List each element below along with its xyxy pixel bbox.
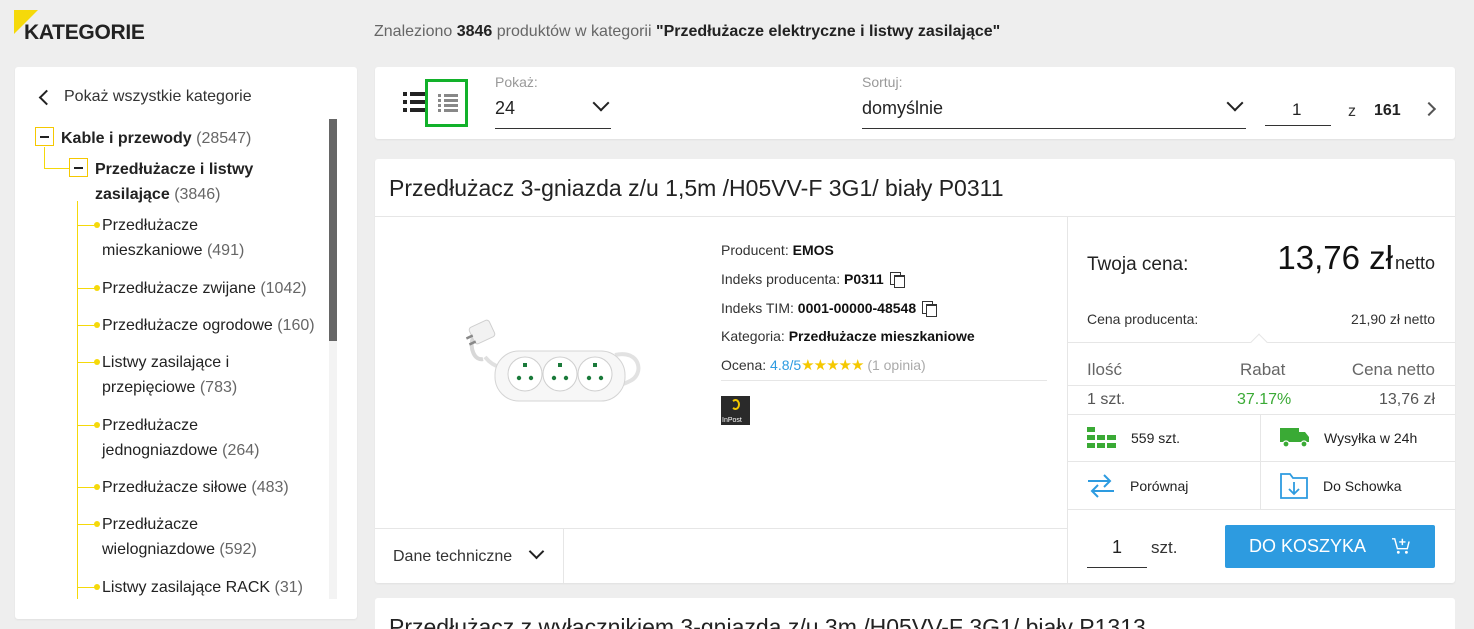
- select-underline: [862, 128, 1246, 129]
- folder-download-icon: [1280, 473, 1308, 499]
- review-count: (1 opinia): [867, 357, 926, 373]
- chevron-left-icon: [38, 89, 55, 105]
- divider: [1068, 414, 1455, 415]
- net-price-header: Cena netto: [1351, 360, 1435, 379]
- tree-bullet: [94, 285, 100, 291]
- qty-header: Ilość: [1087, 360, 1122, 379]
- tree-item-zwijane[interactable]: Przedłużacze zwijane (1042): [102, 276, 307, 301]
- categories-title: KATEGORIE: [24, 21, 145, 44]
- category-tree: Kable i przewody (28547) Przedłużacze i …: [15, 119, 337, 599]
- tree-item-kable-i-przewody[interactable]: Kable i przewody (28547): [61, 126, 251, 151]
- add-to-cart-button[interactable]: DO KOSZYKA: [1225, 525, 1435, 568]
- page-input-underline: [1265, 125, 1331, 126]
- page-total: 161: [1374, 102, 1401, 119]
- producer-price: 21,90 zł netto: [1350, 311, 1435, 327]
- price: 13,76 zł netto: [1277, 239, 1435, 276]
- tree-item-przedluzacze-i-listwy[interactable]: Przedłużacze i listwy zasilające (3846): [95, 157, 253, 207]
- collapse-icon[interactable]: [35, 127, 54, 146]
- rating-value: 4.8/5: [770, 357, 802, 373]
- show-all-categories-link[interactable]: Pokaż wszystkie kategorie: [37, 88, 252, 106]
- tooltip-notch: [1250, 333, 1268, 351]
- tree-bullet: [94, 584, 100, 590]
- tree-connector: [44, 147, 45, 169]
- listing-toolbar: Pokaż: 24 Sortuj: domyślnie 1 z 161: [375, 67, 1455, 139]
- stock-icon: [1087, 427, 1116, 448]
- quantity-input[interactable]: 1: [1087, 525, 1147, 568]
- divider: [1260, 415, 1261, 461]
- cart-plus-icon: [1392, 538, 1410, 554]
- results-count: 3846: [456, 23, 493, 40]
- tree-item-rack[interactable]: Listwy zasilające RACK (31): [102, 575, 303, 599]
- divider: [1068, 461, 1455, 462]
- producer-price-label: Cena producenta:: [1087, 311, 1199, 327]
- tree-bullet: [94, 422, 100, 428]
- product-title[interactable]: Przedłużacz 3-gniazda z/u 1,5m /H05VV-F …: [389, 175, 1004, 202]
- tim-index-row: Indeks TIM: 0001-00000-48548: [721, 300, 938, 317]
- tree-bullet: [94, 521, 100, 527]
- tree-item-mieszkaniowe[interactable]: Przedłużacze mieszkaniowe (491): [102, 213, 244, 263]
- product-title[interactable]: Przedłużacz z wyłącznikiem 3-gniazda z/u…: [389, 614, 1146, 629]
- qty-cell: 1 szt.: [1087, 391, 1126, 408]
- product-card: Przedłużacz z wyłącznikiem 3-gniazda z/u…: [375, 598, 1455, 629]
- divider: [375, 216, 1455, 217]
- category-row: Kategoria: Przedłużacze mieszkaniowe: [721, 328, 975, 344]
- list-view-icon[interactable]: [403, 91, 427, 113]
- shipping-info: Wysyłka w 24h: [1324, 430, 1418, 446]
- your-price-label: Twoja cena:: [1087, 254, 1189, 275]
- tree-bullet: [94, 359, 100, 365]
- compare-arrows-icon: [1088, 474, 1114, 498]
- producer-index-row: Indeks producenta: P0311: [721, 271, 905, 288]
- tree-bullet: [94, 322, 100, 328]
- truck-icon: [1280, 428, 1309, 448]
- producer-row: Producent: EMOS: [721, 242, 834, 258]
- chevron-down-icon: [1226, 94, 1244, 112]
- discount-header: Rabat: [1240, 360, 1286, 379]
- collapse-icon[interactable]: [69, 158, 88, 177]
- category-sidebar: Pokaż wszystkie kategorie Kable i przewo…: [15, 67, 357, 619]
- divider: [375, 528, 1067, 529]
- next-page-chevron-icon[interactable]: [1421, 101, 1437, 117]
- tree-connector: [77, 201, 78, 599]
- copy-icon[interactable]: [889, 272, 905, 288]
- show-label: Pokaż:: [495, 74, 538, 90]
- tree-connector: [44, 168, 69, 169]
- results-summary: Znaleziono 3846 produktów w kategorii "P…: [374, 23, 1001, 40]
- select-underline: [495, 128, 611, 129]
- divider: [1068, 385, 1455, 386]
- copy-icon[interactable]: [922, 301, 938, 317]
- product-card: Przedłużacz 3-gniazda z/u 1,5m /H05VV-F …: [375, 159, 1455, 583]
- tree-bullet: [94, 484, 100, 490]
- compact-list-icon: [438, 93, 458, 112]
- product-image[interactable]: [465, 299, 655, 419]
- stock-count: 559 szt.: [1131, 430, 1181, 446]
- tree-item-ogrodowe[interactable]: Przedłużacze ogrodowe (160): [102, 313, 315, 338]
- tree-item-wielogniazdowe[interactable]: Przedłużacze wielogniazdowe (592): [102, 512, 257, 562]
- chevron-down-icon: [528, 543, 545, 560]
- sidebar-scrollbar-thumb[interactable]: [329, 119, 337, 341]
- compact-list-view-button[interactable]: [425, 79, 468, 127]
- tree-item-jednogniazdowe[interactable]: Przedłużacze jednogniazdowe (264): [102, 413, 259, 463]
- page-of-label: z: [1348, 103, 1356, 120]
- divider: [721, 380, 1047, 381]
- divider: [1068, 509, 1455, 510]
- star-rating-icon: ★★★★★: [801, 357, 864, 374]
- net-price-cell: 13,76 zł: [1378, 391, 1435, 408]
- tree-item-silowe[interactable]: Przedłużacze siłowe (483): [102, 475, 289, 500]
- tree-bullet: [94, 222, 100, 228]
- producer-value[interactable]: EMOS: [793, 242, 834, 258]
- tree-item-listwy-przepieciowe[interactable]: Listwy zasilające i przepięciowe (783): [102, 350, 237, 400]
- chevron-down-icon: [592, 94, 610, 112]
- technical-data-toggle[interactable]: Dane techniczne: [393, 543, 545, 566]
- sort-label: Sortuj:: [862, 74, 903, 90]
- category-link[interactable]: Przedłużacze mieszkaniowe: [789, 328, 975, 344]
- divider: [1260, 462, 1261, 509]
- divider: [1067, 217, 1068, 583]
- divider: [563, 529, 564, 583]
- quantity-unit: szt.: [1151, 538, 1178, 557]
- inpost-logo-icon: InPost: [721, 396, 750, 425]
- results-category: "Przedłużacze elektryczne i listwy zasil…: [655, 23, 1001, 40]
- rating-row[interactable]: Ocena: 4.8/5★★★★★ (1 opinia): [721, 356, 926, 374]
- discount-cell: 37.17%: [1237, 391, 1292, 408]
